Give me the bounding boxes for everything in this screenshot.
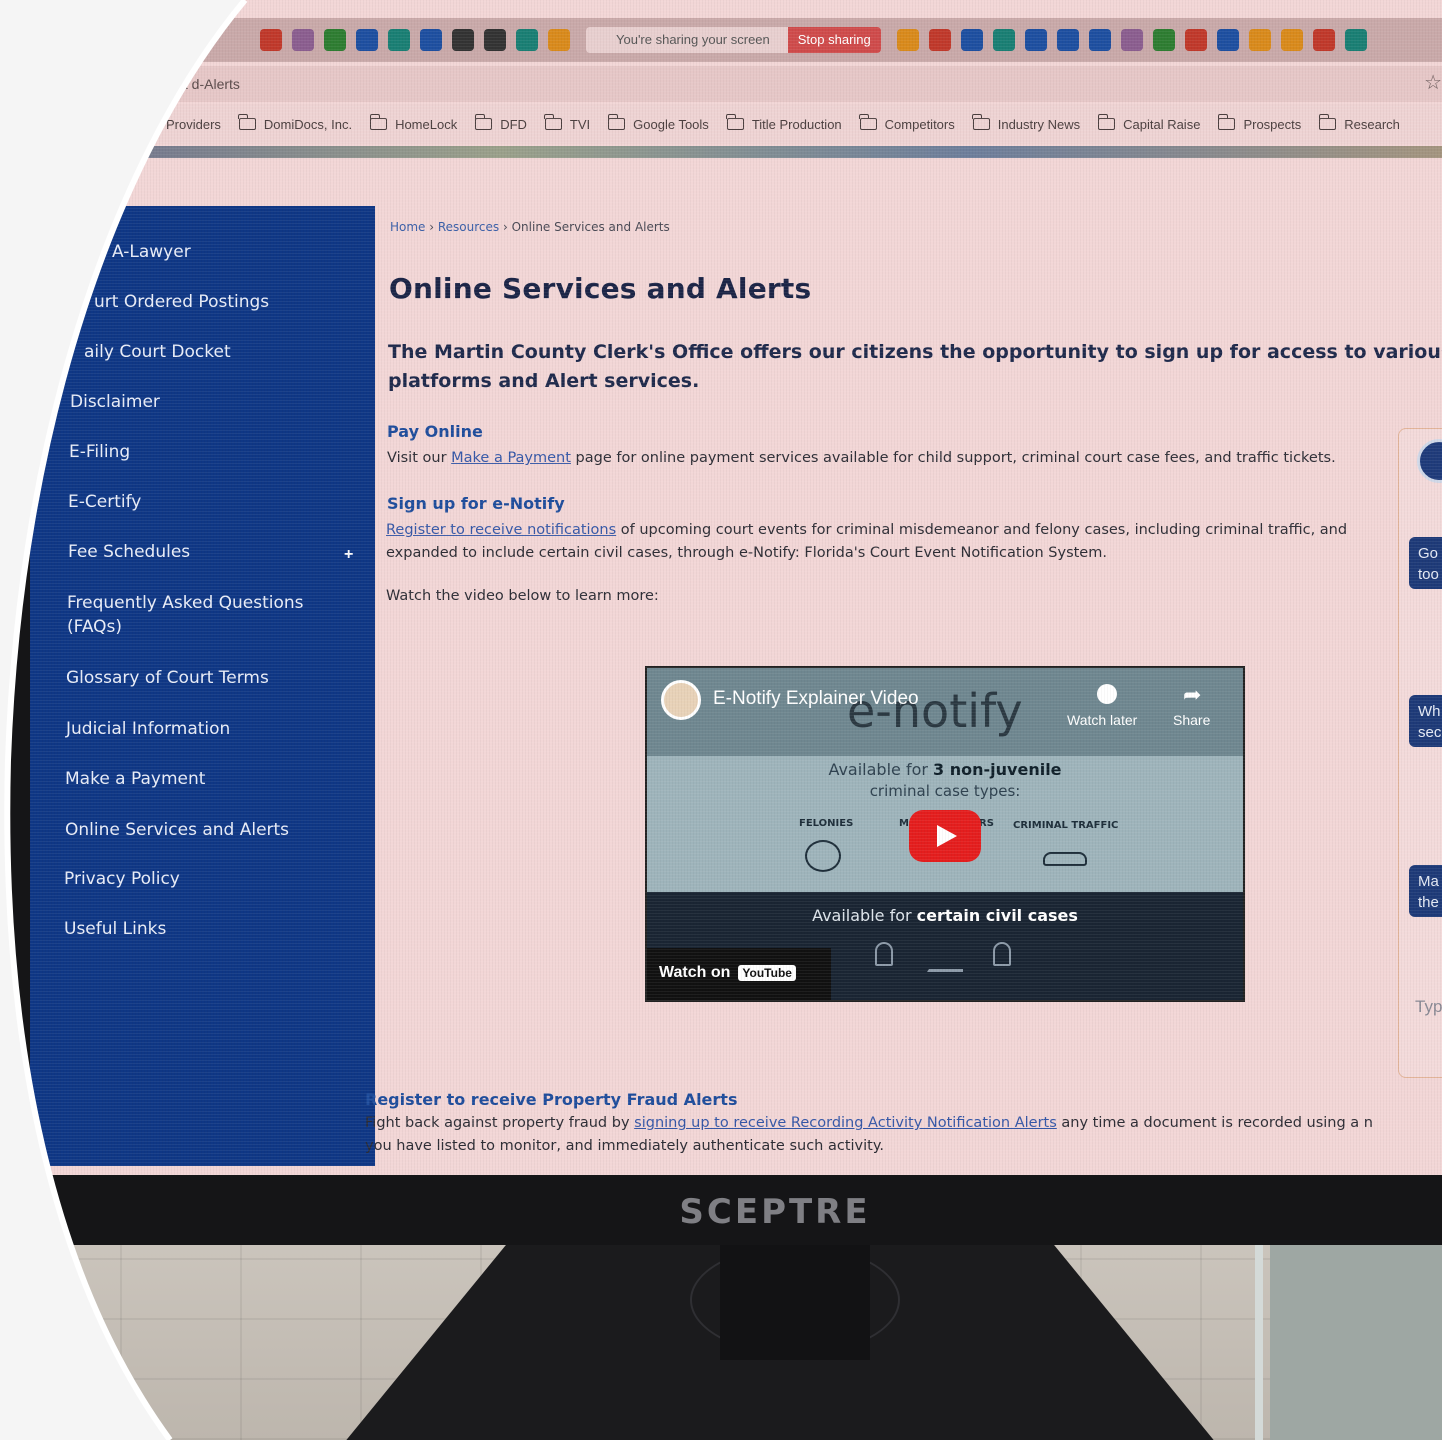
photo-crop-edge bbox=[0, 0, 248, 1440]
photo-scene: SCEPTRE You're sharing your screen Stop … bbox=[0, 0, 1442, 1440]
